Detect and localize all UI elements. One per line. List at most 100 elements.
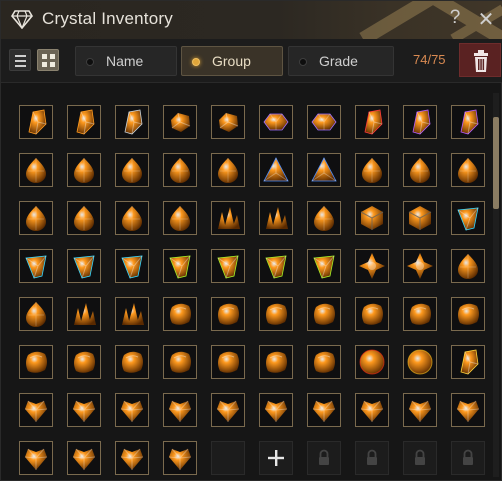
crystal-slot[interactable]: [19, 201, 53, 235]
crystal-slot[interactable]: [403, 345, 437, 379]
crystal-slot[interactable]: [307, 393, 341, 427]
delete-button[interactable]: [459, 43, 501, 77]
crystal-slot[interactable]: [115, 393, 149, 427]
sort-by-name-button[interactable]: Name: [75, 46, 177, 76]
title-bar[interactable]: Crystal Inventory ? ✕: [1, 1, 502, 39]
crystal-slot[interactable]: [19, 345, 53, 379]
crystal-slot[interactable]: [163, 393, 197, 427]
crystal-slot[interactable]: [67, 345, 101, 379]
crystal-slot[interactable]: [67, 393, 101, 427]
crystal-slot[interactable]: [211, 201, 245, 235]
green-stone-icon: [68, 346, 100, 378]
crystal-slot[interactable]: [115, 105, 149, 139]
crystal-slot[interactable]: [259, 249, 293, 283]
add-slot-button[interactable]: [259, 441, 293, 475]
crystal-slot[interactable]: [19, 297, 53, 331]
purple-hex-gem-icon: [308, 106, 340, 138]
crystal-slot[interactable]: [259, 393, 293, 427]
sort-label: Name: [106, 53, 144, 69]
crystal-slot[interactable]: [259, 153, 293, 187]
dark-drop-gem-icon: [308, 202, 340, 234]
crystal-slot[interactable]: [307, 201, 341, 235]
crystal-slot[interactable]: [403, 297, 437, 331]
crystal-slot[interactable]: [67, 297, 101, 331]
crystal-slot[interactable]: [163, 153, 197, 187]
crystal-slot[interactable]: [355, 249, 389, 283]
crystal-slot[interactable]: [115, 249, 149, 283]
crystal-slot[interactable]: [19, 249, 53, 283]
sort-by-grade-button[interactable]: Grade: [288, 46, 394, 76]
crystal-slot[interactable]: [67, 153, 101, 187]
sapphire-star-icon: [356, 250, 388, 282]
crystal-slot[interactable]: [67, 201, 101, 235]
crystal-slot[interactable]: [211, 105, 245, 139]
crystal-slot[interactable]: [211, 393, 245, 427]
list-view-button[interactable]: [9, 49, 31, 71]
lock-icon: [452, 442, 484, 474]
crystal-slot[interactable]: [451, 345, 485, 379]
dark-drop-gem-icon: [404, 154, 436, 186]
crystal-slot[interactable]: [451, 105, 485, 139]
crystal-slot[interactable]: [211, 249, 245, 283]
crystal-slot[interactable]: [115, 297, 149, 331]
crystal-slot[interactable]: [163, 201, 197, 235]
empty-slot[interactable]: [211, 441, 245, 475]
crystal-slot[interactable]: [211, 153, 245, 187]
crystal-slot[interactable]: [259, 105, 293, 139]
crystal-slot[interactable]: [355, 393, 389, 427]
crystal-slot[interactable]: [451, 393, 485, 427]
blue-drop-gem-icon: [116, 154, 148, 186]
crystal-slot[interactable]: [67, 105, 101, 139]
crystal-slot[interactable]: [115, 441, 149, 475]
crystal-slot[interactable]: [451, 249, 485, 283]
crystal-slot[interactable]: [163, 249, 197, 283]
crystal-slot[interactable]: [307, 105, 341, 139]
crystal-slot[interactable]: [163, 441, 197, 475]
crystal-slot[interactable]: [163, 345, 197, 379]
crystal-slot[interactable]: [115, 201, 149, 235]
crystal-slot[interactable]: [355, 105, 389, 139]
scrollbar-thumb[interactable]: [493, 117, 499, 209]
crystal-slot[interactable]: [307, 249, 341, 283]
ruby-heart-icon: [68, 394, 100, 426]
crystal-slot[interactable]: [355, 201, 389, 235]
grid-view-button[interactable]: [37, 49, 59, 71]
help-button[interactable]: ?: [445, 7, 465, 31]
close-button[interactable]: ✕: [475, 7, 497, 31]
crystal-slot[interactable]: [115, 153, 149, 187]
crystal-slot[interactable]: [211, 345, 245, 379]
crystal-slot[interactable]: [259, 201, 293, 235]
red-orb-icon: [356, 346, 388, 378]
crystal-slot[interactable]: [403, 105, 437, 139]
crystal-slot[interactable]: [451, 201, 485, 235]
crystal-slot[interactable]: [355, 345, 389, 379]
crystal-slot[interactable]: [115, 345, 149, 379]
crystal-slot[interactable]: [307, 345, 341, 379]
sort-by-group-button[interactable]: Group: [181, 46, 283, 76]
crystal-slot[interactable]: [163, 297, 197, 331]
crystal-slot[interactable]: [451, 297, 485, 331]
crystal-slot[interactable]: [19, 153, 53, 187]
crystal-slot[interactable]: [355, 297, 389, 331]
teal-heart-icon: [68, 442, 100, 474]
orange-shard-icon: [20, 106, 52, 138]
sapphire-star-icon: [404, 250, 436, 282]
crystal-slot[interactable]: [67, 249, 101, 283]
crystal-slot[interactable]: [67, 441, 101, 475]
crystal-slot[interactable]: [403, 249, 437, 283]
crystal-slot[interactable]: [211, 297, 245, 331]
crystal-slot[interactable]: [259, 345, 293, 379]
crystal-slot[interactable]: [355, 153, 389, 187]
lock-icon: [356, 442, 388, 474]
crystal-slot[interactable]: [307, 297, 341, 331]
crystal-slot[interactable]: [403, 201, 437, 235]
crystal-slot[interactable]: [451, 153, 485, 187]
crystal-slot[interactable]: [307, 153, 341, 187]
crystal-slot[interactable]: [19, 105, 53, 139]
crystal-slot[interactable]: [259, 297, 293, 331]
crystal-slot[interactable]: [19, 393, 53, 427]
crystal-slot[interactable]: [403, 393, 437, 427]
crystal-slot[interactable]: [403, 153, 437, 187]
crystal-slot[interactable]: [163, 105, 197, 139]
crystal-slot[interactable]: [19, 441, 53, 475]
